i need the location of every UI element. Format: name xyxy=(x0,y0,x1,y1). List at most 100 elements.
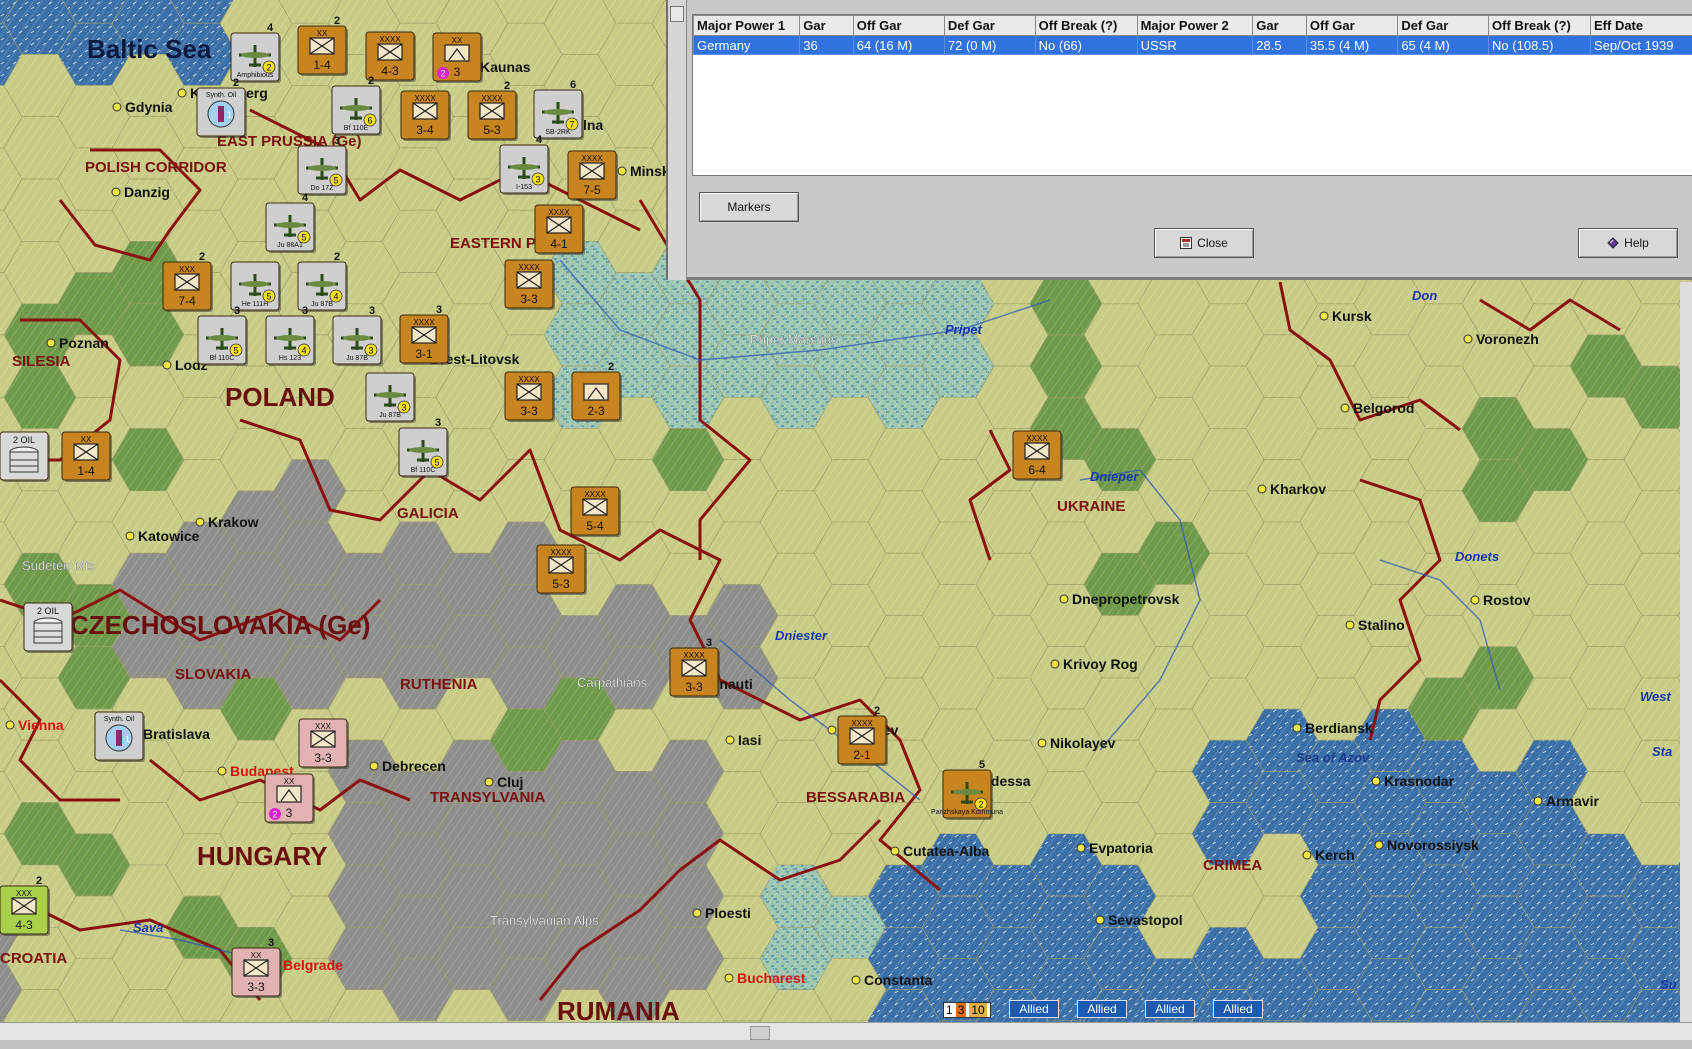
allied-tab-4[interactable]: Allied xyxy=(1213,1000,1263,1018)
unit-counter[interactable]: Ju 87B3 xyxy=(365,372,416,423)
unit-counter[interactable]: XXX 3-3 xyxy=(298,718,349,769)
column-header[interactable]: Off Break (?) xyxy=(1488,15,1591,36)
unit-value: 2 xyxy=(978,800,983,810)
unit-counter[interactable]: XXXX 3-3 xyxy=(504,371,555,422)
markers-button[interactable]: Markers xyxy=(699,192,799,222)
unit-size: XX xyxy=(81,435,92,444)
allied-tab-1[interactable]: Allied xyxy=(1009,1000,1059,1018)
unit-strength: 2-3 xyxy=(587,404,605,418)
city-dot xyxy=(724,973,734,983)
city-label: Krasnodar xyxy=(1384,773,1455,789)
map-vertical-scrollbar[interactable] xyxy=(1680,282,1692,1022)
city-label: Iasi xyxy=(738,732,761,748)
unit-size: XXXX xyxy=(413,318,435,327)
unit-counter[interactable]: XXXX 5-4 xyxy=(570,486,621,537)
allied-tab-3[interactable]: Allied xyxy=(1145,1000,1195,1018)
city-dot xyxy=(1059,594,1069,604)
city-dot xyxy=(692,908,702,918)
unit-counter[interactable]: XXXX 7-5 xyxy=(567,150,618,201)
city-dot xyxy=(1319,311,1329,321)
table-cell: 64 (16 M) xyxy=(852,35,945,55)
city-dot xyxy=(1345,620,1355,630)
unit-counter[interactable]: XXXX 3-4 xyxy=(400,90,451,141)
unit-counter[interactable]: 2 OIL xyxy=(23,602,74,653)
stack-count: 2 xyxy=(36,875,42,887)
unit-name: 2 OIL xyxy=(37,606,59,616)
unit-strength: 2-1 xyxy=(853,748,871,762)
unit-value: 6 xyxy=(367,116,372,126)
city-dot xyxy=(1470,595,1480,605)
unit-value: 4 xyxy=(333,292,338,302)
unit-counter[interactable]: 2 OIL xyxy=(0,431,50,482)
map-horizontal-scrollbar[interactable] xyxy=(0,1022,1692,1041)
column-header[interactable]: Def Gar xyxy=(943,15,1036,36)
column-header[interactable]: Off Break (?) xyxy=(1034,15,1138,36)
unit-counter[interactable]: XXXX 6-4 xyxy=(1012,430,1063,481)
unit-counter[interactable]: XX 32 xyxy=(264,773,315,824)
column-header[interactable]: Off Gar xyxy=(1305,15,1399,36)
unit-name: Synth. Oil xyxy=(104,716,135,723)
help-button[interactable]: Help xyxy=(1578,228,1678,258)
garrison-table[interactable]: Major Power 1 Gar Off Gar Def Gar Off Break … xyxy=(692,14,1692,176)
region-label: CRIMEA xyxy=(1203,857,1262,874)
unit-strength: 7-5 xyxy=(583,183,601,197)
column-header[interactable]: Eff Date xyxy=(1590,15,1692,36)
unit-strength: 3-4 xyxy=(416,123,434,137)
region-label: Pripet Marshes xyxy=(750,332,838,347)
unit-size: XXXX xyxy=(379,35,401,44)
dialog-side-strip[interactable] xyxy=(668,0,687,280)
table-cell: No (108.5) xyxy=(1488,35,1591,55)
table-body[interactable]: Germany 36 64 (16 M) 72 (0 M) No (66) USSR 28.… xyxy=(692,35,1692,55)
strip-handle[interactable] xyxy=(670,6,684,22)
stack-count: 3 xyxy=(268,937,274,949)
unit-size: XXX xyxy=(315,722,332,731)
city-dot xyxy=(1292,723,1302,733)
region-label: HUNGARY xyxy=(197,841,327,871)
unit-strength: 3-3 xyxy=(520,292,538,306)
column-header[interactable]: Def Gar xyxy=(1397,15,1490,36)
unit-strength: 3-3 xyxy=(314,751,332,765)
stack-count-3: 10 xyxy=(969,1003,987,1017)
city-label: Kursk xyxy=(1332,308,1372,324)
unit-counter[interactable]: XXXX 4-1 xyxy=(534,204,585,255)
city-label: Kharkov xyxy=(1270,481,1326,497)
column-header[interactable]: Gar xyxy=(1252,15,1307,36)
region-label: Carpathians xyxy=(577,675,648,690)
table-row[interactable]: Germany 36 64 (16 M) 72 (0 M) No (66) USSR 28.… xyxy=(692,35,1692,55)
unit-strength: 4-3 xyxy=(15,918,33,932)
unit-name: Do 17Z xyxy=(311,185,335,192)
region-label: Baltic Sea xyxy=(87,34,212,64)
infantry-symbol-icon xyxy=(444,44,470,62)
unit-counter[interactable]: XXXX 3-3 xyxy=(504,259,555,310)
city-dot xyxy=(1050,659,1060,669)
unit-size: XXXX xyxy=(548,208,570,217)
unit-strength: 7-4 xyxy=(178,294,196,308)
water-label: Donets xyxy=(1455,549,1499,564)
city-label: Evpatoria xyxy=(1089,840,1153,856)
city-label: Novorossiysk xyxy=(1387,837,1479,853)
unit-counter[interactable]: XX 1-4 xyxy=(61,431,112,482)
city-label: Stalino xyxy=(1358,617,1405,633)
unit-value: 5 xyxy=(333,176,338,186)
unit-value: 3 xyxy=(401,403,406,413)
unit-counter[interactable]: XXXX 5-3 xyxy=(536,544,587,595)
hscroll-thumb[interactable] xyxy=(750,1026,770,1040)
column-header[interactable]: Major Power 1 xyxy=(692,15,801,36)
unit-size: XX xyxy=(284,777,295,786)
unit-counter[interactable]: XX 32 xyxy=(432,32,483,83)
stack-count: 2 xyxy=(368,75,374,87)
unit-counter[interactable]: Synth. Oil 1 xyxy=(94,711,145,762)
city-label: Voronezh xyxy=(1476,331,1539,347)
allied-tab-2[interactable]: Allied xyxy=(1077,1000,1127,1018)
column-header[interactable]: Off Gar xyxy=(852,15,945,36)
column-header[interactable]: Major Power 2 xyxy=(1136,15,1254,36)
close-button[interactable]: Close xyxy=(1154,228,1254,258)
city-label: Danzig xyxy=(124,184,170,200)
unit-name: Hs 123 xyxy=(279,355,301,362)
city-label: Belgorod xyxy=(1353,400,1414,416)
column-header[interactable]: Gar xyxy=(799,15,854,36)
unit-value: 5 xyxy=(233,346,238,356)
unit-name: Ju 87B xyxy=(379,412,401,419)
stack-indicator[interactable]: 1 3 10 xyxy=(943,1002,991,1018)
region-label: Transylvanian Alps xyxy=(490,913,599,928)
